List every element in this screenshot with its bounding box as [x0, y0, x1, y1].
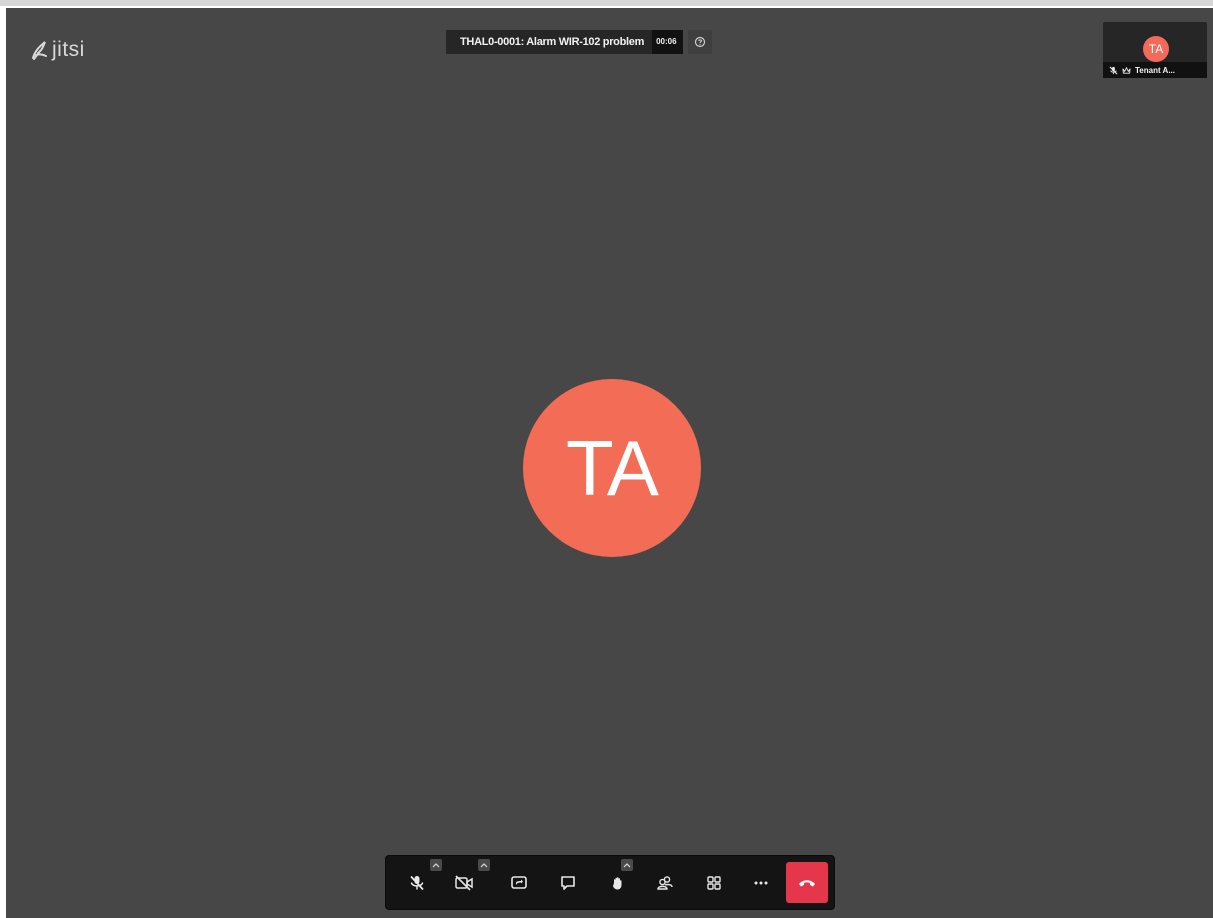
filmstrip-avatar: TA — [1143, 36, 1169, 62]
more-dots-icon — [754, 881, 768, 885]
conference-timer: 00:06 — [652, 30, 683, 54]
watermark-text: jitsi — [52, 38, 85, 61]
microphone-options-chevron[interactable] — [430, 859, 442, 871]
conference-title: THAL0-0001: Alarm WIR-102 problem — [446, 30, 655, 54]
chevron-up-icon — [480, 863, 488, 868]
conference-stage[interactable]: jitsi THAL0-0001: Alarm WIR-102 problem … — [6, 8, 1213, 918]
help-button[interactable] — [687, 30, 712, 54]
camera-options-chevron[interactable] — [478, 859, 490, 871]
jitsi-logo-icon — [32, 41, 47, 60]
participants-icon — [657, 876, 673, 890]
mic-muted-icon — [1109, 66, 1118, 74]
question-icon — [694, 36, 705, 48]
tile-view-icon — [707, 876, 721, 890]
screen-share-icon — [511, 876, 527, 889]
moderator-crown-icon — [1122, 66, 1131, 74]
chevron-up-icon — [432, 863, 440, 868]
hand-icon — [613, 877, 622, 890]
filmstrip-name-bar: Tenant A... — [1103, 62, 1207, 78]
hangup-icon — [799, 879, 815, 886]
camera-off-icon — [455, 875, 473, 891]
reactions-options-chevron[interactable] — [621, 859, 633, 871]
browser-edge — [0, 0, 1213, 6]
jitsi-watermark[interactable]: jitsi — [30, 38, 85, 62]
participants-button[interactable] — [646, 864, 684, 902]
main-toolbar — [386, 856, 834, 909]
conference-subject-bar: THAL0-0001: Alarm WIR-102 problem 00:06 — [446, 30, 712, 54]
app-window: jitsi THAL0-0001: Alarm WIR-102 problem … — [0, 0, 1213, 918]
chevron-up-icon — [623, 863, 631, 868]
participant-name: Tenant A... — [1135, 65, 1175, 75]
mic-muted-icon — [410, 875, 424, 891]
share-screen-button[interactable] — [500, 864, 538, 902]
more-actions-button[interactable] — [742, 864, 780, 902]
chat-icon — [561, 876, 575, 890]
hangup-button[interactable] — [786, 862, 828, 903]
chat-button[interactable] — [549, 864, 587, 902]
tile-view-button[interactable] — [695, 864, 733, 902]
large-participant-avatar: TA — [523, 379, 701, 557]
filmstrip-participant-tile[interactable]: TA Tenant A... — [1103, 22, 1207, 78]
